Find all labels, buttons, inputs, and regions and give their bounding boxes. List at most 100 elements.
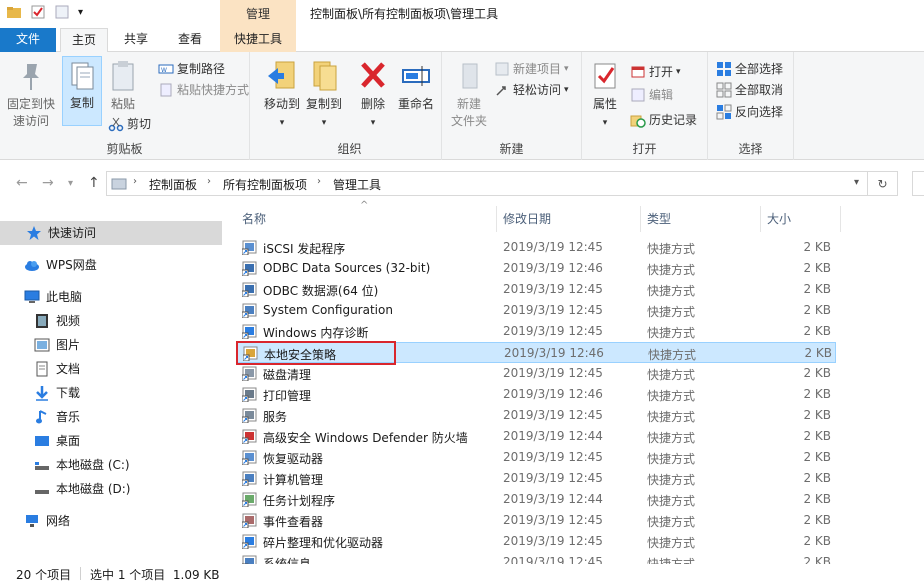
- copy-to-button[interactable]: 复制到 ▾: [304, 58, 344, 132]
- select-group-label: 选择: [738, 142, 763, 156]
- properties-icon: [594, 63, 616, 89]
- file-row[interactable]: 计算机管理 2019/3/19 12:45 快捷方式 2 KB: [236, 468, 836, 489]
- paste-shortcut-button[interactable]: 粘贴快捷方式: [158, 80, 249, 100]
- file-row[interactable]: 任务计划程序 2019/3/19 12:44 快捷方式 2 KB: [236, 489, 836, 510]
- properties-label: 属性: [592, 97, 617, 111]
- column-divider[interactable]: [496, 206, 497, 232]
- breadcrumb-separator-icon[interactable]: ›: [133, 176, 137, 187]
- breadcrumb-separator-icon[interactable]: ›: [317, 176, 321, 187]
- nav-item-drive-c[interactable]: 本地磁盘 (C:): [0, 453, 222, 477]
- tab-shortcut-tools[interactable]: 快捷工具: [220, 28, 296, 52]
- column-size[interactable]: 大小: [767, 210, 791, 227]
- move-to-button[interactable]: 移动到 ▾: [262, 58, 302, 132]
- up-arrow-icon[interactable]: ↑: [88, 175, 100, 191]
- context-tab-group-title: 管理: [220, 0, 296, 28]
- tab-file[interactable]: 文件: [0, 28, 56, 52]
- breadcrumb-all-items[interactable]: 所有控制面板项: [223, 176, 307, 193]
- network-icon: [26, 515, 38, 527]
- file-row[interactable]: Windows 内存诊断 2019/3/19 12:45 快捷方式 2 KB: [236, 321, 836, 342]
- nav-item-wps-cloud[interactable]: WPS网盘: [0, 253, 222, 277]
- nav-item-drive-d[interactable]: 本地磁盘 (D:): [0, 477, 222, 501]
- file-row[interactable]: 高级安全 Windows Defender 防火墙 2019/3/19 12:44…: [236, 426, 836, 447]
- nav-item-quick-access[interactable]: 快速访问: [0, 221, 222, 245]
- folder-icon[interactable]: [6, 4, 22, 20]
- copy-path-icon: W: [158, 64, 174, 74]
- nav-item-documents[interactable]: 文档: [0, 357, 222, 381]
- select-all-button[interactable]: 全部选择: [716, 59, 783, 79]
- nav-item-pictures[interactable]: 图片: [0, 333, 222, 357]
- file-name: 恢复驱动器: [263, 452, 324, 466]
- search-input[interactable]: [912, 171, 924, 196]
- desktop-icon: [35, 436, 49, 446]
- forward-arrow-icon[interactable]: →: [42, 175, 54, 191]
- tab-home[interactable]: 主页: [60, 28, 108, 53]
- copy-path-button[interactable]: W 复制路径: [158, 59, 225, 79]
- back-arrow-icon[interactable]: ←: [16, 175, 28, 191]
- paste-button[interactable]: 粘贴: [106, 58, 140, 113]
- column-divider[interactable]: [840, 206, 841, 232]
- new-item-button[interactable]: 新建项目 ▾: [494, 59, 569, 79]
- file-row[interactable]: 磁盘清理 2019/3/19 12:45 快捷方式 2 KB: [236, 363, 836, 384]
- address-dropdown-icon[interactable]: ▾: [854, 177, 859, 188]
- recent-locations-chevron-icon[interactable]: ▾: [68, 178, 73, 189]
- breadcrumb-admin-tools[interactable]: 管理工具: [333, 176, 381, 193]
- edit-button[interactable]: 编辑: [630, 85, 673, 105]
- tab-share[interactable]: 共享: [112, 28, 160, 52]
- column-date[interactable]: 修改日期: [503, 210, 551, 227]
- file-name: 高级安全 Windows Defender 防火墙: [263, 431, 468, 445]
- file-row[interactable]: 碎片整理和优化驱动器 2019/3/19 12:45 快捷方式 2 KB: [236, 531, 836, 552]
- nav-label: 本地磁盘 (D:): [56, 482, 131, 496]
- file-type: 快捷方式: [647, 452, 696, 466]
- file-row[interactable]: System Configuration 2019/3/19 12:45 快捷方式 2…: [236, 300, 836, 321]
- new-folder-icon[interactable]: [54, 4, 70, 20]
- nav-item-music[interactable]: 音乐: [0, 405, 222, 429]
- file-row[interactable]: 服务 2019/3/19 12:45 快捷方式 2 KB: [236, 405, 836, 426]
- breadcrumb-separator-icon[interactable]: ›: [207, 176, 211, 187]
- nav-item-network[interactable]: 网络: [0, 509, 222, 533]
- nav-item-videos[interactable]: 视频: [0, 309, 222, 333]
- tab-view[interactable]: 查看: [166, 28, 214, 52]
- file-name: 事件查看器: [263, 515, 324, 529]
- file-row[interactable]: ODBC Data Sources (32-bit) 2019/3/19 12:4…: [236, 258, 836, 279]
- delete-button[interactable]: 删除 ▾: [356, 58, 390, 132]
- pin-quick-access-button[interactable]: 固定到快 速访问: [4, 58, 58, 130]
- nav-item-this-pc[interactable]: 此电脑: [0, 285, 222, 309]
- qat-dropdown-icon[interactable]: ▾: [78, 7, 83, 18]
- star-icon: [27, 226, 41, 240]
- shortcut-icon: [242, 366, 257, 381]
- file-name: ODBC Data Sources (32-bit): [263, 261, 431, 275]
- column-divider[interactable]: [640, 206, 641, 232]
- nav-label: 桌面: [56, 434, 81, 448]
- rename-button[interactable]: 重命名: [394, 58, 438, 113]
- invert-selection-button[interactable]: 反向选择: [716, 102, 783, 122]
- column-divider[interactable]: [760, 206, 761, 232]
- nav-item-desktop[interactable]: 桌面: [0, 429, 222, 453]
- history-button[interactable]: 历史记录: [630, 110, 697, 130]
- file-row[interactable]: 恢复驱动器 2019/3/19 12:45 快捷方式 2 KB: [236, 447, 836, 468]
- cut-button[interactable]: 剪切: [108, 114, 151, 134]
- file-row[interactable]: ODBC 数据源(64 位) 2019/3/19 12:45 快捷方式 2 KB: [236, 279, 836, 300]
- ribbon: 固定到快 速访问 复制 粘贴 W 复制路径 粘贴快捷方式 剪切 剪贴板 移动到 ▾: [0, 52, 924, 160]
- nav-label: 此电脑: [46, 290, 83, 304]
- copy-button[interactable]: 复制: [62, 56, 102, 126]
- nav-label: 视频: [56, 314, 81, 328]
- file-row[interactable]: iSCSI 发起程序 2019/3/19 12:45 快捷方式 2 KB: [236, 237, 836, 258]
- properties-check-icon[interactable]: [30, 4, 46, 20]
- column-name[interactable]: 名称: [242, 210, 266, 227]
- new-folder-button[interactable]: 新建 文件夹: [448, 58, 490, 130]
- select-none-button[interactable]: 全部取消: [716, 80, 783, 100]
- open-button[interactable]: 打开 ▾: [630, 62, 681, 82]
- properties-button[interactable]: 属性 ▾: [588, 58, 622, 132]
- nav-item-downloads[interactable]: 下载: [0, 381, 222, 405]
- column-type[interactable]: 类型: [647, 210, 671, 227]
- address-bar[interactable]: › 控制面板 › 所有控制面板项 › 管理工具 ▾: [106, 171, 868, 196]
- breadcrumb-control-panel[interactable]: 控制面板: [149, 176, 197, 193]
- easy-access-icon: [496, 86, 506, 96]
- svg-text:W: W: [161, 67, 167, 74]
- file-row[interactable]: 事件查看器 2019/3/19 12:45 快捷方式 2 KB: [236, 510, 836, 531]
- file-row[interactable]: 打印管理 2019/3/19 12:46 快捷方式 2 KB: [236, 384, 836, 405]
- easy-access-button[interactable]: 轻松访问 ▾: [494, 80, 569, 100]
- refresh-icon[interactable]: ↻: [868, 171, 898, 196]
- shortcut-icon: [242, 450, 257, 465]
- open-group-label: 打开: [632, 142, 657, 156]
